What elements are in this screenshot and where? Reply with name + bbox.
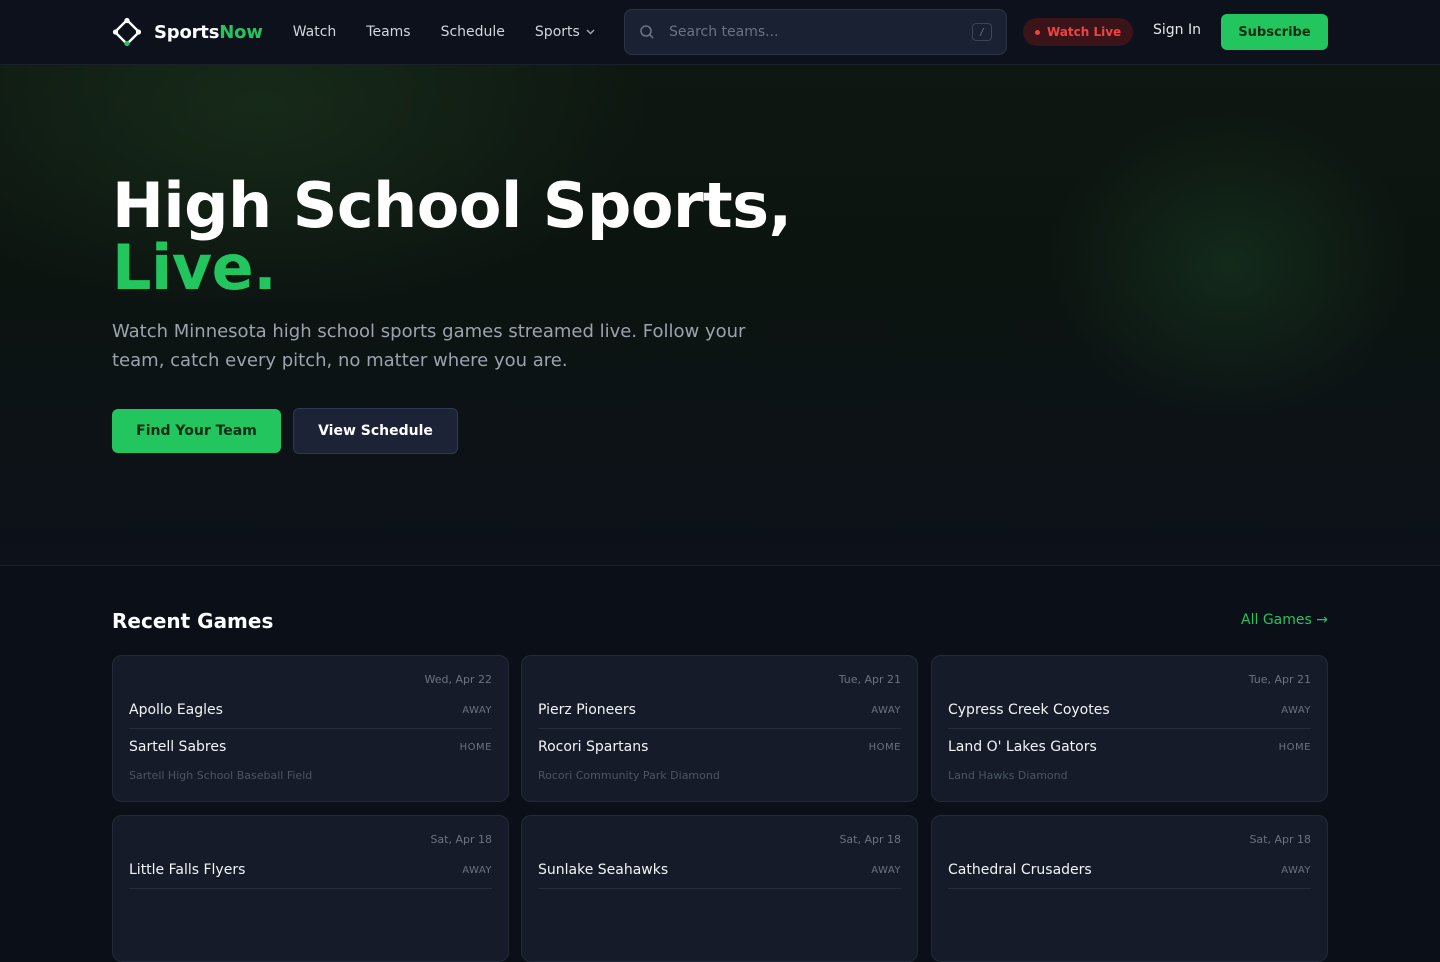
game-venue: Sartell High School Baseball Field — [129, 769, 313, 782]
search-shortcut-hint: / — [972, 23, 992, 41]
home-team-row: Rocori Spartans HOME — [538, 737, 901, 757]
game-venue: Rocori Community Park Diamond — [538, 769, 720, 782]
hero-title: High School Sports, Live. — [112, 175, 792, 299]
game-card[interactable]: Sat, Apr 18 Little Falls Flyers AWAY — [112, 815, 509, 962]
game-date: Sat, Apr 18 — [430, 833, 492, 846]
nav-link-schedule[interactable]: Schedule — [441, 24, 505, 40]
top-navbar: SportsNow Watch Teams Schedule Sports / … — [0, 0, 1440, 65]
away-tag: AWAY — [462, 704, 492, 716]
away-team-row: Sunlake Seahawks AWAY — [538, 860, 901, 880]
away-team-name: Apollo Eagles — [129, 702, 223, 718]
search-input[interactable] — [669, 24, 972, 40]
navbar-inner: SportsNow Watch Teams Schedule Sports / … — [112, 0, 1328, 64]
hero-title-line2: Live. — [112, 231, 277, 304]
home-team-row: Land O' Lakes Gators HOME — [948, 737, 1311, 757]
game-card[interactable]: Sat, Apr 18 Cathedral Crusaders AWAY — [931, 815, 1328, 962]
card-divider — [538, 888, 901, 889]
game-date: Wed, Apr 22 — [424, 673, 493, 686]
find-your-team-button[interactable]: Find Your Team — [112, 409, 281, 453]
away-team-row: Cathedral Crusaders AWAY — [948, 860, 1311, 880]
game-date: Sat, Apr 18 — [1249, 833, 1311, 846]
chevron-down-icon — [586, 27, 595, 38]
away-tag: AWAY — [871, 864, 901, 876]
game-date: Tue, Apr 21 — [1248, 673, 1311, 686]
game-venue: Land Hawks Diamond — [948, 769, 1068, 782]
recent-games-title: Recent Games — [112, 609, 274, 633]
game-card[interactable]: Tue, Apr 21 Pierz Pioneers AWAY Rocori S… — [521, 655, 918, 802]
subscribe-button[interactable]: Subscribe — [1221, 14, 1328, 50]
away-team-row: Little Falls Flyers AWAY — [129, 860, 492, 880]
home-tag: HOME — [1278, 741, 1311, 753]
away-team-name: Cypress Creek Coyotes — [948, 702, 1110, 718]
away-team-name: Sunlake Seahawks — [538, 862, 669, 878]
away-tag: AWAY — [871, 704, 901, 716]
home-team-name: Sartell Sabres — [129, 739, 227, 755]
card-divider — [129, 888, 492, 889]
brand-logo[interactable]: SportsNow — [112, 17, 263, 47]
brand-name-primary: Sports — [154, 21, 220, 43]
game-card[interactable]: Wed, Apr 22 Apollo Eagles AWAY Sartell S… — [112, 655, 509, 802]
hero-subtitle: Watch Minnesota high school sports games… — [112, 321, 746, 371]
away-tag: AWAY — [462, 864, 492, 876]
home-tag: HOME — [459, 741, 492, 753]
home-team-row: Sartell Sabres HOME — [129, 737, 492, 757]
watch-live-button[interactable]: Watch Live — [1023, 18, 1134, 46]
nav-link-sports-label: Sports — [534, 24, 580, 40]
away-tag: AWAY — [1281, 704, 1311, 716]
all-games-link[interactable]: All Games → — [1241, 612, 1328, 628]
card-divider — [948, 888, 1311, 889]
watch-live-label: Watch Live — [1047, 25, 1122, 39]
away-team-row: Apollo Eagles AWAY — [129, 700, 492, 720]
away-team-name: Cathedral Crusaders — [948, 862, 1092, 878]
away-tag: AWAY — [1281, 864, 1311, 876]
search-box[interactable]: / — [624, 9, 1007, 55]
away-team-row: Pierz Pioneers AWAY — [538, 700, 901, 720]
game-card[interactable]: Tue, Apr 21 Cypress Creek Coyotes AWAY L… — [931, 655, 1328, 802]
nav-link-sports[interactable]: Sports — [535, 24, 595, 40]
card-divider — [129, 728, 492, 729]
home-team-name: Land O' Lakes Gators — [948, 739, 1097, 755]
view-schedule-button[interactable]: View Schedule — [293, 408, 458, 454]
brand-name-accent: Now — [219, 21, 263, 43]
nav-link-teams[interactable]: Teams — [366, 24, 410, 40]
brand-name: SportsNow — [154, 22, 263, 43]
away-team-name: Little Falls Flyers — [129, 862, 246, 878]
game-card[interactable]: Sat, Apr 18 Sunlake Seahawks AWAY — [521, 815, 918, 962]
hero-section: High School Sports, Live. Watch Minnesot… — [0, 65, 1440, 566]
game-date: Sat, Apr 18 — [839, 833, 901, 846]
logo-diamond-icon — [112, 17, 142, 47]
nav-link-watch[interactable]: Watch — [293, 24, 337, 40]
home-team-name: Rocori Spartans — [538, 739, 649, 755]
game-date: Tue, Apr 21 — [838, 673, 901, 686]
home-tag: HOME — [868, 741, 901, 753]
card-divider — [538, 728, 901, 729]
live-dot-icon — [1035, 29, 1040, 35]
search-icon — [639, 24, 655, 40]
sign-in-link[interactable]: Sign In — [1153, 22, 1201, 38]
card-divider — [948, 728, 1311, 729]
away-team-row: Cypress Creek Coyotes AWAY — [948, 700, 1311, 720]
away-team-name: Pierz Pioneers — [538, 702, 636, 718]
